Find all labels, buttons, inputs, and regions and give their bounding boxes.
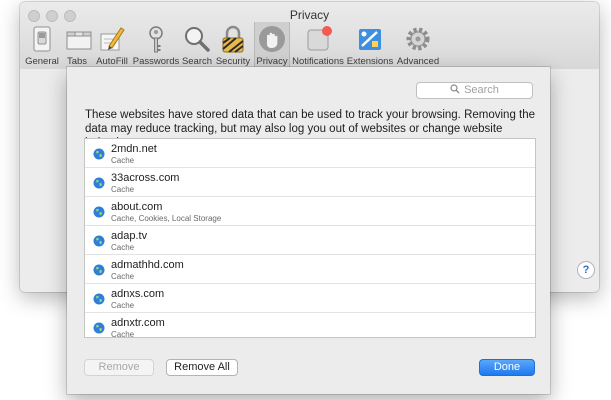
site-data-types: Cache, Cookies, Local Storage xyxy=(111,214,222,223)
globe-icon xyxy=(93,293,105,305)
notifications-icon xyxy=(307,26,332,51)
list-item[interactable]: 2mdn.net Cache xyxy=(85,139,535,168)
search-icon xyxy=(450,84,460,94)
globe-icon xyxy=(93,177,105,189)
site-name: 33across.com xyxy=(111,172,180,184)
hand-icon xyxy=(259,26,285,52)
globe-icon xyxy=(93,322,105,334)
general-switch-icon xyxy=(33,26,51,52)
tab-notifications[interactable]: Notifications xyxy=(291,22,345,68)
tab-extensions[interactable]: Extensions xyxy=(346,22,394,68)
site-name: admathhd.com xyxy=(111,259,184,271)
tab-security[interactable]: Security xyxy=(214,22,252,68)
search-placeholder: Search xyxy=(464,84,499,96)
autofill-pencil-icon xyxy=(100,27,125,51)
site-name: adnxtr.com xyxy=(111,317,165,329)
help-button[interactable]: ? xyxy=(577,261,595,279)
list-item[interactable]: admathhd.com Cache xyxy=(85,255,535,284)
site-data-types: Cache xyxy=(111,156,135,165)
tab-privacy[interactable]: Privacy xyxy=(254,22,290,68)
globe-icon xyxy=(93,206,105,218)
globe-icon xyxy=(93,148,105,160)
site-data-types: Cache xyxy=(111,301,135,310)
globe-icon xyxy=(93,235,105,247)
tabs-icon xyxy=(66,31,92,50)
list-item[interactable]: adap.tv Cache xyxy=(85,226,535,255)
tab-tabs[interactable]: Tabs xyxy=(64,22,92,68)
preferences-toolbar: General Tabs AutoFill Passwords Search S… xyxy=(20,22,599,68)
titlebar: Privacy General Tabs AutoFill Passwords … xyxy=(20,2,599,70)
website-data-sheet: Search These websites have stored data t… xyxy=(67,67,550,394)
tab-general[interactable]: General xyxy=(24,22,60,68)
site-data-types: Cache xyxy=(111,243,135,252)
extensions-icon xyxy=(359,29,381,50)
site-data-types: Cache xyxy=(111,330,135,338)
key-icon xyxy=(149,26,163,53)
site-name: about.com xyxy=(111,201,163,213)
site-name: adap.tv xyxy=(111,230,148,242)
tab-advanced[interactable]: Advanced xyxy=(396,22,440,68)
site-name: 2mdn.net xyxy=(111,143,157,155)
tab-passwords[interactable]: Passwords xyxy=(132,22,180,68)
site-data-types: Cache xyxy=(111,185,135,194)
magnifier-icon xyxy=(185,27,210,52)
list-item[interactable]: 33across.com Cache xyxy=(85,168,535,197)
remove-button[interactable]: Remove xyxy=(84,359,154,376)
gear-icon xyxy=(406,27,430,51)
site-name: adnxs.com xyxy=(111,288,165,300)
search-field[interactable]: Search xyxy=(416,82,533,99)
list-item[interactable]: adnxtr.com Cache xyxy=(85,313,535,338)
remove-all-button[interactable]: Remove All xyxy=(166,359,238,376)
globe-icon xyxy=(93,264,105,276)
list-item[interactable]: about.com Cache, Cookies, Local Storage xyxy=(85,197,535,226)
site-data-types: Cache xyxy=(111,272,135,281)
website-list[interactable]: 2mdn.net Cache 33across.com Cache about.… xyxy=(84,138,536,338)
window-title: Privacy xyxy=(289,8,330,22)
list-item[interactable]: adnxs.com Cache xyxy=(85,284,535,313)
tab-search[interactable]: Search xyxy=(180,22,214,68)
done-button[interactable]: Done xyxy=(479,359,535,376)
tab-autofill[interactable]: AutoFill xyxy=(94,22,130,68)
padlock-icon xyxy=(222,25,244,53)
